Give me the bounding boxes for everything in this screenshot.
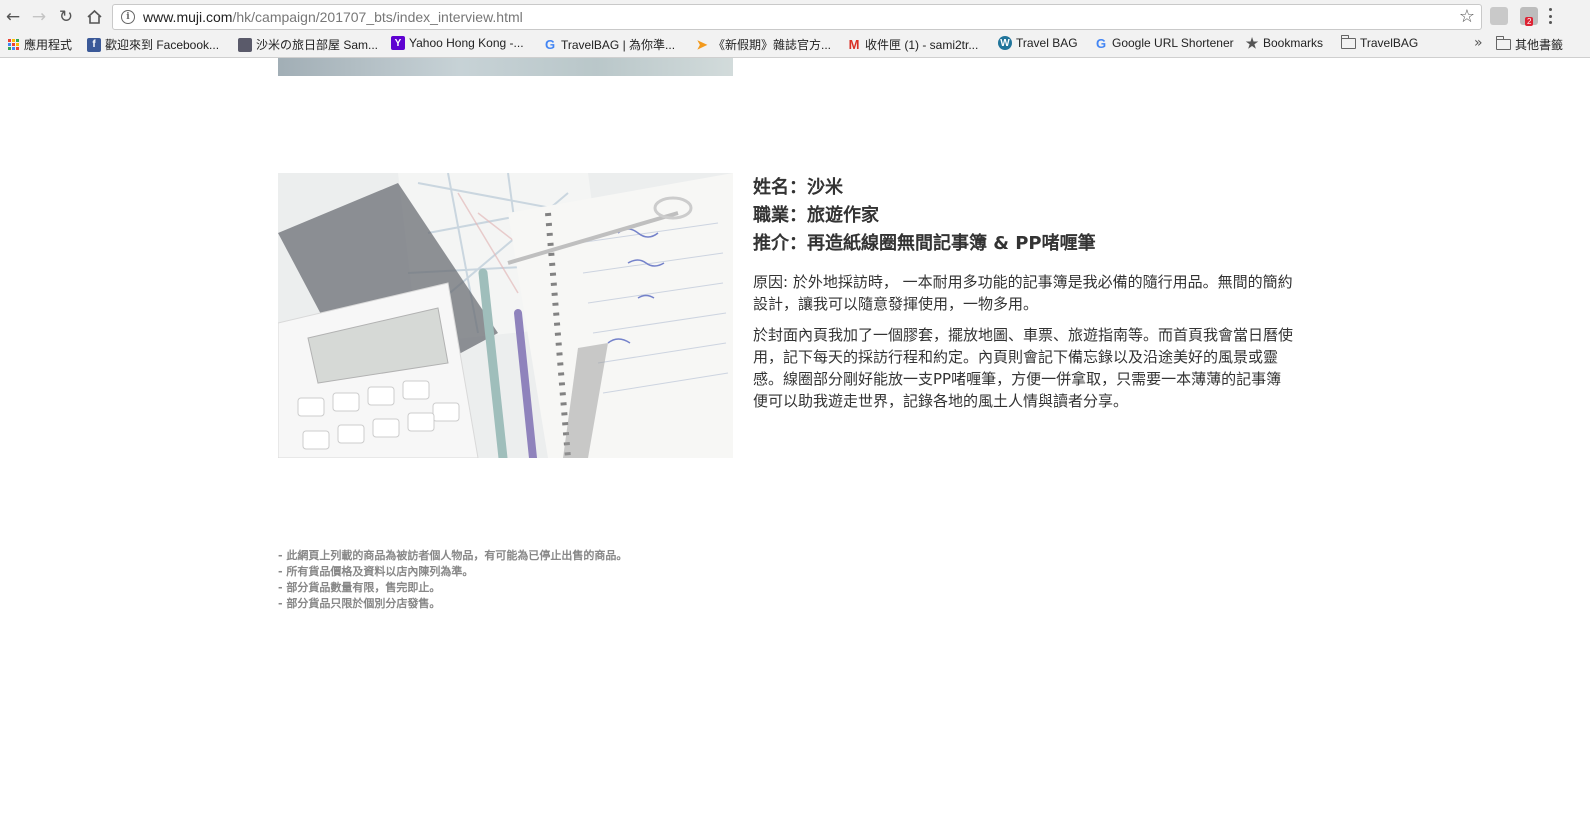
- wordpress-icon: W: [998, 36, 1012, 50]
- bookmark-label: Bookmarks: [1263, 36, 1324, 50]
- previous-photo-strip: [278, 58, 733, 76]
- disclaimer-note: - 部分貨品數量有限，售完即止。: [278, 581, 441, 594]
- disclaimer-note: - 部分貨品只限於個別分店發售。: [278, 597, 441, 610]
- bookmark-apps[interactable]: 應用程式: [6, 36, 72, 53]
- extension-icon[interactable]: [1490, 7, 1508, 25]
- bookmark-label: 《新假期》雜誌官方...: [713, 38, 832, 52]
- bookmark-folder-travelbag[interactable]: TravelBAG: [1341, 34, 1419, 50]
- interview-info: 姓名：沙米 職業：旅遊作家 推介：再造紙線圈無間記事簿 & PP啫喱筆 原因: …: [753, 174, 1293, 412]
- bookmark-other[interactable]: 其他書籤: [1496, 36, 1563, 53]
- bookmark-label: TravelBAG | 為你準...: [561, 38, 676, 52]
- bookmark-star-icon[interactable]: ☆: [1459, 6, 1475, 27]
- interview-paragraph-reason: 原因: 於外地採訪時， 一本耐用多功能的記事簿是我必備的隨行用品。無間的簡約設計…: [753, 273, 1293, 313]
- recommended-product: 推介：再造紙線圈無間記事簿 & PP啫喱筆: [753, 233, 1096, 254]
- blog-avatar-icon: [238, 37, 252, 52]
- arrow-left-icon: ←: [5, 6, 21, 27]
- bookmark-label: 收件匣 (1) - sami2tr...: [865, 38, 979, 52]
- disclaimer-note: - 此網頁上列載的商品為被訪者個人物品，有可能為已停止出售的商品。: [278, 549, 628, 562]
- folder-icon: [1341, 34, 1356, 49]
- disclaimer-notes: - 此網頁上列載的商品為被訪者個人物品，有可能為已停止出售的商品。 - 所有貨品…: [278, 548, 627, 612]
- bookmark-label: 沙米の旅日部屋 Sam...: [256, 38, 379, 52]
- bookmark-blog[interactable]: 沙米の旅日部屋 Sam...: [238, 36, 378, 53]
- google-icon: G: [1095, 35, 1107, 51]
- bookmark-bookmarks[interactable]: ★ Bookmarks: [1245, 34, 1324, 51]
- forward-button[interactable]: →: [28, 6, 50, 28]
- bookmark-label: Yahoo Hong Kong -...: [409, 36, 524, 50]
- yahoo-icon: Y: [391, 36, 405, 50]
- star-icon: ★: [1245, 34, 1259, 51]
- bookmark-travel-bag-wp[interactable]: W Travel BAG: [998, 36, 1078, 50]
- menu-icon[interactable]: [1548, 8, 1552, 24]
- paper-plane-icon: ➤: [696, 36, 708, 52]
- bookmark-facebook[interactable]: f 歡迎來到 Facebook...: [87, 36, 219, 53]
- home-button[interactable]: [83, 6, 105, 28]
- interviewee-name: 姓名：沙米: [753, 177, 843, 198]
- bookmark-label: 其他書籤: [1515, 38, 1564, 52]
- back-button[interactable]: ←: [2, 6, 24, 28]
- stationery-photo-illustration: [278, 173, 733, 458]
- bookmark-label: 歡迎來到 Facebook...: [105, 38, 220, 52]
- reload-icon: ↻: [58, 6, 74, 27]
- bookmark-new-holiday[interactable]: ➤ 《新假期》雜誌官方...: [695, 36, 831, 53]
- url-text[interactable]: www.muji.com/hk/campaign/201707_bts/inde…: [143, 9, 523, 25]
- bookmark-travelbag-google[interactable]: G TravelBAG | 為你準...: [543, 36, 675, 53]
- folder-icon: [1496, 36, 1511, 50]
- extension-badge: 2: [1525, 17, 1534, 26]
- bookmarks-bar: 應用程式 f 歡迎來到 Facebook... 沙米の旅日部屋 Sam... Y…: [0, 34, 1590, 56]
- bookmark-label: Travel BAG: [1016, 36, 1078, 50]
- bookmark-google-url-shortener[interactable]: G Google URL Shortener: [1094, 35, 1234, 51]
- bookmark-label: 應用程式: [24, 38, 73, 52]
- bookmark-yahoo[interactable]: Y Yahoo Hong Kong -...: [391, 36, 524, 50]
- home-icon: [86, 9, 102, 24]
- info-icon[interactable]: i: [121, 10, 135, 24]
- product-photo: [278, 173, 733, 458]
- reload-button[interactable]: ↻: [55, 6, 77, 28]
- url-path: /hk/campaign/201707_bts/index_interview.…: [232, 9, 523, 25]
- google-icon: G: [544, 37, 556, 52]
- address-bar[interactable]: i www.muji.com/hk/campaign/201707_bts/in…: [112, 4, 1482, 30]
- facebook-icon: f: [87, 37, 101, 52]
- interview-paragraph-detail: 於封面內頁我加了一個膠套，擺放地圖、車票、旅遊指南等。而首頁我會當日曆使用，記下…: [753, 326, 1294, 410]
- apps-grid-icon: [6, 38, 20, 52]
- browser-chrome: ← → ↻ i www.muji.com/hk/campaign/201707_…: [0, 0, 1590, 58]
- bookmark-label: Google URL Shortener: [1112, 36, 1234, 50]
- bookmark-label: TravelBAG: [1360, 36, 1419, 50]
- gmail-icon: M: [848, 37, 860, 52]
- arrow-right-icon: →: [31, 6, 47, 27]
- more-bookmarks-chevron-icon[interactable]: »: [1474, 35, 1483, 51]
- url-host: www.muji.com: [143, 9, 233, 25]
- disclaimer-note: - 所有貨品價格及資料以店內陳列為準。: [278, 565, 474, 578]
- bookmark-gmail[interactable]: M 收件匣 (1) - sami2tr...: [847, 36, 979, 53]
- interviewee-job: 職業：旅遊作家: [753, 205, 879, 226]
